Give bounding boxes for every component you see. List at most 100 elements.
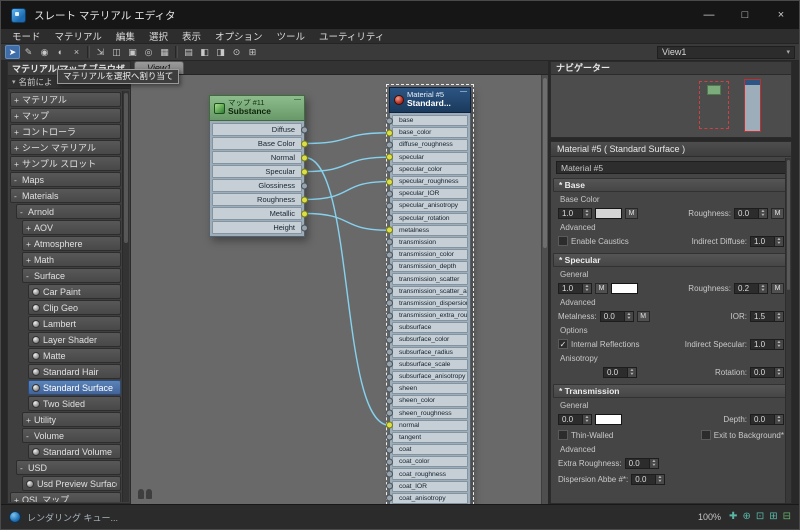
input-socket[interactable] — [386, 251, 393, 259]
parameter-editor-toggle-button[interactable]: ◨ — [213, 45, 228, 59]
input-socket[interactable] — [386, 458, 393, 466]
specular-roughness-map-button[interactable]: M — [771, 282, 784, 294]
menu-select[interactable]: 選択 — [142, 29, 175, 43]
expander-icon[interactable]: + — [14, 95, 22, 105]
thin-walled-checkbox[interactable]: ✓ — [558, 430, 568, 440]
metalness-spinner[interactable]: 0.0 ▲ ▼ — [599, 310, 634, 322]
connection-wire-metallic-to-metalness[interactable] — [304, 212, 390, 231]
browser-item-controllers[interactable]: + コントローラ — [10, 124, 121, 139]
expander-icon[interactable]: + — [26, 255, 34, 265]
spinner-arrows[interactable]: ▲ ▼ — [624, 310, 634, 322]
browser-item-surface[interactable]: - Surface — [22, 268, 121, 283]
output-slot-normal[interactable]: Normal — [212, 151, 308, 164]
input-socket[interactable] — [386, 470, 393, 478]
show-shaded-material-button[interactable]: ▣ — [125, 45, 140, 59]
input-socket[interactable] — [386, 238, 393, 246]
input-slot-subsurface_color[interactable]: subsurface_color — [386, 334, 468, 346]
input-socket[interactable] — [386, 141, 393, 149]
close-button[interactable]: × — [763, 1, 799, 29]
input-slot-base_color[interactable]: base_color — [386, 127, 468, 139]
browser-item-materials-group[interactable]: + マテリアル — [10, 92, 121, 107]
input-socket[interactable] — [386, 421, 393, 429]
input-socket[interactable] — [386, 178, 393, 186]
input-socket[interactable] — [386, 202, 393, 210]
input-socket[interactable] — [386, 129, 393, 137]
spin-down-icon[interactable]: ▼ — [629, 372, 634, 376]
exit-to-background-checkbox[interactable]: ✓ — [700, 430, 711, 440]
input-socket[interactable] — [386, 360, 393, 368]
input-slot-transmission_dispersion[interactable]: transmission_dispersion* — [386, 297, 468, 309]
connection-wire-base-color-to-base_color[interactable] — [304, 132, 390, 145]
output-slot-roughness[interactable]: Roughness — [212, 193, 308, 206]
menu-mode[interactable]: モード — [5, 29, 48, 43]
spin-down-icon[interactable]: ▼ — [584, 288, 589, 292]
browser-item-maps[interactable]: - Maps — [10, 172, 121, 187]
expander-icon[interactable]: - — [14, 191, 22, 201]
output-slot-specular[interactable]: Specular — [212, 165, 308, 178]
minimize-button[interactable]: — — [691, 1, 727, 29]
input-socket[interactable] — [386, 446, 393, 454]
spinner-arrows[interactable]: ▲ ▼ — [775, 338, 784, 350]
input-socket[interactable] — [386, 494, 393, 502]
base-color-map-button[interactable]: M — [625, 207, 638, 219]
output-socket[interactable] — [301, 140, 308, 147]
dispersion-spinner[interactable]: 0.0 ▲ ▼ — [631, 473, 666, 485]
substance-node-header[interactable]: マップ #11 Substance — — [209, 95, 305, 121]
maximize-button[interactable]: □ — [727, 1, 763, 29]
node-minimize-icon[interactable]: — — [294, 96, 301, 103]
spin-down-icon[interactable]: ▼ — [760, 213, 765, 217]
input-slot-coat_color[interactable]: coat_color — [386, 456, 468, 468]
move-children-button[interactable]: ⇲ — [93, 45, 108, 59]
browser-item-standard-surface[interactable]: Standard Surface — [28, 380, 121, 395]
base-roughness-spinner[interactable]: 0.0 ▲ ▼ — [734, 207, 768, 219]
delete-selected-button[interactable]: × — [69, 45, 84, 59]
expander-icon[interactable]: + — [14, 127, 22, 137]
input-slot-normal[interactable]: normal — [386, 419, 468, 431]
browser-scrollbar[interactable] — [122, 91, 129, 502]
expander-icon[interactable]: + — [14, 143, 22, 153]
node-minimize-icon[interactable]: — — [460, 88, 467, 95]
input-slot-specular_roughness[interactable]: specular_roughness — [386, 175, 468, 188]
render-queue-icon[interactable] — [9, 511, 21, 523]
input-socket[interactable] — [386, 373, 393, 381]
zoom-tool-icon[interactable]: ⊕ — [742, 512, 750, 522]
zoom-extents-button[interactable]: ⊞ — [245, 45, 260, 59]
menu-options[interactable]: オプション — [208, 29, 270, 43]
spinner-arrows[interactable]: ▲ ▼ — [775, 235, 784, 247]
input-slot-sheen_color[interactable]: sheen_color — [386, 395, 468, 407]
spinner-arrows[interactable]: ▲ ▼ — [775, 366, 784, 378]
input-slot-transmission_depth[interactable]: transmission_depth — [386, 261, 468, 273]
depth-spinner[interactable]: 0.0 ▲ ▼ — [750, 413, 784, 425]
browser-item-osl-maps[interactable]: + OSL マップ — [10, 492, 121, 502]
input-socket[interactable] — [386, 409, 393, 417]
input-slot-sheen[interactable]: sheen — [386, 383, 468, 395]
scrollbar-thumb[interactable] — [787, 160, 790, 290]
params-scrollbar[interactable] — [785, 158, 791, 503]
internal-reflections-checkbox[interactable]: ✓ — [558, 339, 568, 349]
expander-icon[interactable]: + — [26, 223, 34, 233]
base-roughness-map-button[interactable]: M — [771, 207, 784, 219]
menu-tools[interactable]: ツール — [269, 29, 312, 43]
input-slot-sheen_roughness[interactable]: sheen_roughness — [386, 407, 468, 419]
expander-icon[interactable]: + — [14, 111, 22, 121]
spin-down-icon[interactable]: ▼ — [760, 288, 765, 292]
transmission-weight-spinner[interactable]: 0.0 ▲ ▼ — [558, 413, 592, 425]
input-socket[interactable] — [386, 299, 393, 307]
indirect-diffuse-spinner[interactable]: 1.0 ▲ ▼ — [750, 235, 784, 247]
spinner-arrows[interactable]: ▲ ▼ — [775, 413, 784, 425]
browser-item-car-paint[interactable]: Car Paint — [28, 284, 121, 299]
node-canvas[interactable]: マップ #11 Substance — Diffuse Base Color N… — [131, 75, 541, 504]
browser-item-maps-group[interactable]: + マップ — [10, 108, 121, 123]
specular-roughness-spinner[interactable]: 0.2 ▲ ▼ — [734, 282, 768, 294]
metalness-map-button[interactable]: M — [636, 310, 650, 322]
spin-down-icon[interactable]: ▼ — [776, 372, 781, 376]
input-socket[interactable] — [386, 275, 393, 283]
zoom-level[interactable]: 100% — [698, 512, 721, 522]
specular-weight-spinner[interactable]: 1.0 ▲ ▼ — [558, 282, 592, 294]
browser-item-materials[interactable]: - Materials — [10, 188, 121, 203]
scrollbar-thumb[interactable] — [124, 93, 128, 243]
input-slot-specular_color[interactable]: specular_color — [386, 163, 468, 175]
browser-item-volume[interactable]: - Volume — [22, 428, 121, 443]
input-slot-coat[interactable]: coat — [386, 444, 468, 456]
expander-icon[interactable]: + — [14, 159, 22, 169]
